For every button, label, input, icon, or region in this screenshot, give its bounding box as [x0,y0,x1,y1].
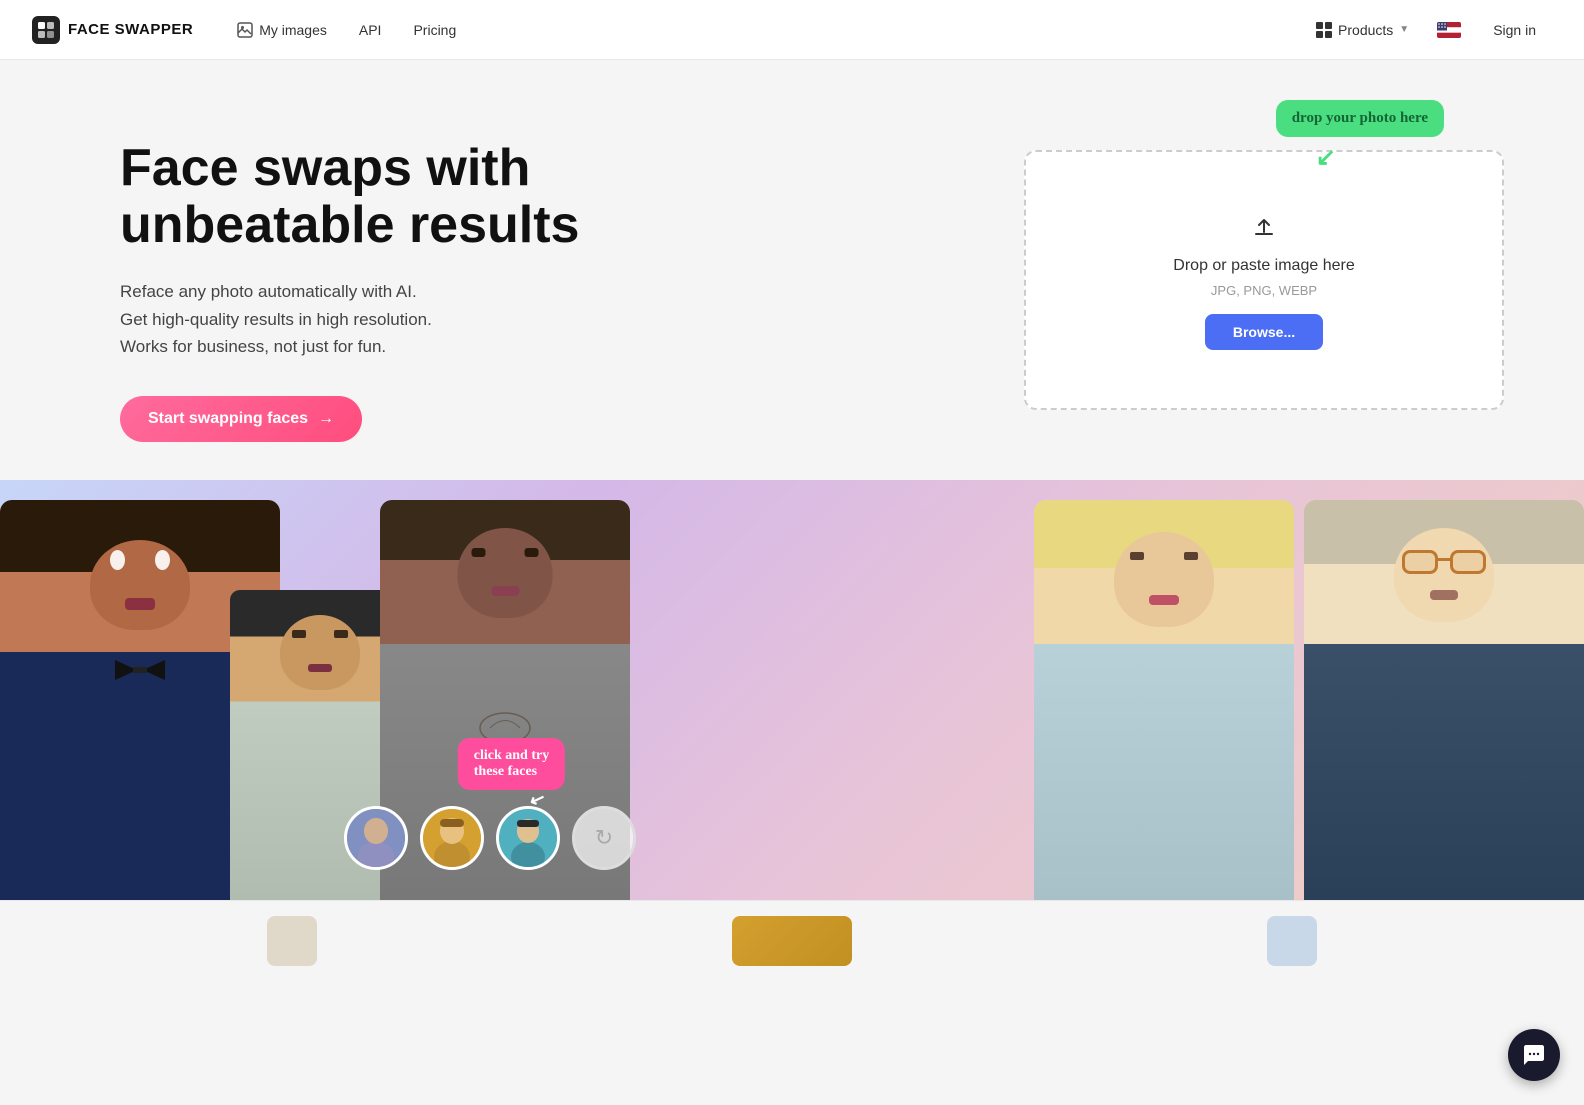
products-grid-icon [1316,22,1332,38]
click-tooltip-text: click and trythese faces [474,748,549,779]
sign-in-label: Sign in [1493,22,1536,38]
upload-dropzone[interactable]: Drop or paste image here JPG, PNG, WEBP … [1024,150,1504,410]
chat-icon [1522,1043,1546,1067]
hero-subtitle-line3: Works for business, not just for fun. [120,337,386,356]
person-5 [1304,500,1584,900]
bottom-strip [0,900,1584,980]
nav-link-api-label: API [359,22,382,38]
nav-link-api[interactable]: API [347,14,394,46]
sign-in-button[interactable]: Sign in [1477,14,1552,46]
hero-subtitle: Reface any photo automatically with AI. … [120,278,964,360]
face-circle-2[interactable] [420,806,484,870]
hero-left: Face swaps with unbeatable results Refac… [120,120,964,442]
hero-right: drop your photo here ↙ Drop or paste ima… [1024,120,1504,410]
nav-link-pricing[interactable]: Pricing [401,14,468,46]
upload-formats-text: JPG, PNG, WEBP [1211,283,1317,298]
tooltip-arrow-icon: ↙ [1316,143,1336,172]
upload-drop-text: Drop or paste image here [1173,257,1354,275]
nav-link-pricing-label: Pricing [413,22,456,38]
nav-links: My images API Pricing [225,14,468,46]
flag-icon[interactable] [1437,22,1461,38]
person-4 [1034,500,1294,900]
chat-bubble-button[interactable] [1508,1029,1560,1081]
strip-item-3 [1267,916,1317,966]
refresh-button[interactable]: ↻ [572,806,636,870]
strip-thumb-1 [267,916,317,966]
hero-title: Face swaps with unbeatable results [120,140,964,254]
nav-products-button[interactable]: Products ▼ [1304,14,1421,46]
nav-link-my-images-label: My images [259,22,327,38]
drop-tooltip-text: drop your photo here [1292,110,1428,126]
products-label: Products [1338,22,1393,38]
upload-icon [1248,210,1280,249]
face-circles: ↻ [344,806,636,870]
face-circle-3[interactable] [496,806,560,870]
strip-gold-button[interactable] [732,916,852,966]
image-icon [237,22,253,38]
navbar: FACE SWAPPER My images API Pricing Produ… [0,0,1584,60]
strip-item-2 [732,916,852,966]
nav-right: Products ▼ Sign in [1304,14,1552,46]
faces-section: click and trythese faces ↙ [0,480,1584,900]
cta-arrow-icon: → [318,410,334,428]
nav-logo[interactable]: FACE SWAPPER [32,16,193,44]
hero-subtitle-line2: Get high-quality results in high resolut… [120,310,432,329]
cta-label: Start swapping faces [148,410,308,428]
nav-link-my-images[interactable]: My images [225,14,339,46]
click-tooltip: click and trythese faces ↙ [458,738,565,790]
refresh-icon: ↻ [595,825,613,851]
drop-tooltip: drop your photo here ↙ [1276,100,1444,137]
logo-icon [32,16,60,44]
logo-text: FACE SWAPPER [68,21,193,38]
hero-title-line1: Face swaps with [120,139,530,197]
hero-title-line2: unbeatable results [120,196,579,254]
products-chevron-icon: ▼ [1399,24,1409,35]
start-swapping-button[interactable]: Start swapping faces → [120,396,362,442]
strip-item-1 [267,916,317,966]
hero-subtitle-line1: Reface any photo automatically with AI. [120,282,417,301]
strip-thumb-2 [1267,916,1317,966]
face-circle-1[interactable] [344,806,408,870]
hero-section: Face swaps with unbeatable results Refac… [0,60,1584,480]
browse-button[interactable]: Browse... [1205,314,1323,350]
